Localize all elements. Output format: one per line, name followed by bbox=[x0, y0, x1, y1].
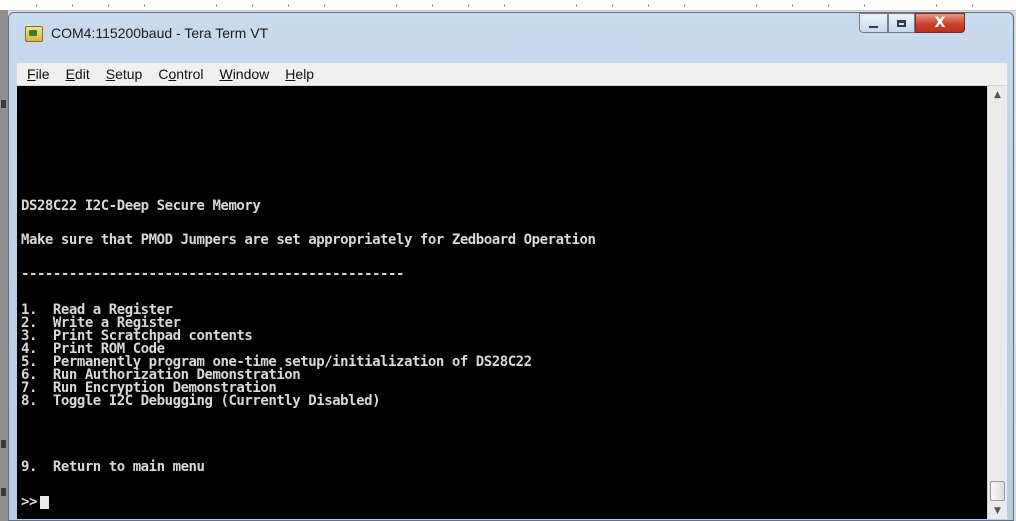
maximize-button[interactable] bbox=[888, 13, 915, 33]
menu-control-rest: ntrol bbox=[176, 66, 204, 82]
close-icon: X bbox=[934, 15, 946, 31]
maximize-icon bbox=[897, 19, 906, 27]
menu-setup-rest: etup bbox=[115, 66, 143, 82]
menu-window[interactable]: Window bbox=[217, 65, 271, 83]
menu-setup-accel: S bbox=[105, 66, 116, 82]
terminal-line-separator: ----------------------------------------… bbox=[21, 266, 404, 282]
terminal-menu-option-9: 9. Return to main menu bbox=[21, 459, 205, 475]
scroll-up-icon: ▲ bbox=[994, 89, 1001, 100]
menu-window-accel: W bbox=[219, 66, 233, 82]
tera-term-app-icon[interactable] bbox=[25, 26, 43, 42]
minimize-button[interactable] bbox=[859, 13, 888, 33]
title-bar[interactable]: COM4:115200baud - Tera Term VT X bbox=[9, 13, 1013, 61]
menu-help[interactable]: Help bbox=[283, 65, 316, 83]
terminal-line-instruction: Make sure that PMOD Jumpers are set appr… bbox=[21, 232, 596, 248]
menu-edit-accel: E bbox=[65, 66, 75, 82]
terminal-prompt-line: >> bbox=[21, 494, 49, 510]
terminal-cursor bbox=[39, 496, 49, 509]
document-ruler bbox=[0, 0, 1016, 11]
scroll-up-button[interactable]: ▲ bbox=[988, 86, 1007, 103]
document-left-edge bbox=[0, 10, 8, 521]
menu-help-accel: H bbox=[285, 66, 296, 82]
menu-control-pre: C bbox=[158, 66, 169, 82]
minimize-icon bbox=[869, 25, 878, 28]
menu-window-rest: indow bbox=[232, 66, 270, 82]
window-title: COM4:115200baud - Tera Term VT bbox=[51, 25, 269, 41]
vertical-scrollbar[interactable]: ▲ ▼ bbox=[987, 86, 1007, 519]
terminal-menu-option-8: 8. Toggle I2C Debugging (Currently Disab… bbox=[21, 393, 381, 409]
close-button[interactable]: X bbox=[915, 13, 965, 33]
tera-term-window: COM4:115200baud - Tera Term VT X File Ed… bbox=[8, 12, 1014, 521]
menu-file[interactable]: File bbox=[25, 65, 52, 83]
menu-edit-rest: dit bbox=[74, 66, 90, 82]
menu-edit[interactable]: Edit bbox=[64, 65, 92, 83]
menu-bar: File Edit Setup Control Window Help bbox=[17, 63, 1007, 86]
menu-file-accel: F bbox=[27, 66, 36, 82]
terminal-line-heading: DS28C22 I2C-Deep Secure Memory bbox=[21, 198, 261, 214]
menu-file-rest: ile bbox=[35, 66, 50, 82]
menu-setup[interactable]: Setup bbox=[104, 65, 145, 83]
terminal-screen[interactable]: DS28C22 I2C-Deep Secure Memory Make sure… bbox=[17, 86, 987, 519]
terminal-prompt: >> bbox=[21, 494, 37, 510]
menu-control[interactable]: Control bbox=[156, 65, 205, 83]
scroll-down-button[interactable]: ▼ bbox=[988, 502, 1007, 519]
menu-help-rest: elp bbox=[295, 66, 315, 82]
scrollbar-thumb[interactable] bbox=[990, 481, 1005, 501]
scroll-down-icon: ▼ bbox=[994, 505, 1001, 516]
